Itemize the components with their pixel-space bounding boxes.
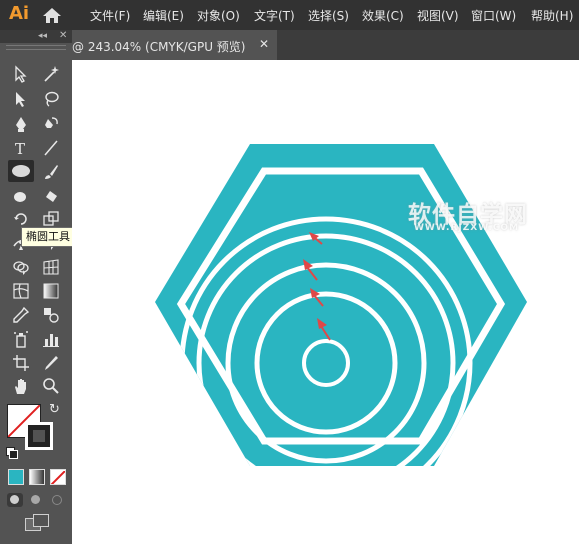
- eraser-tool-icon[interactable]: [40, 186, 62, 206]
- tools-panel-header: ◂◂ ✕: [0, 30, 72, 43]
- draw-inside-icon[interactable]: [49, 493, 65, 507]
- artboard-tool-icon[interactable]: [10, 353, 32, 373]
- symbol-sprayer-tool-icon[interactable]: [10, 329, 32, 349]
- gradient-mode-button[interactable]: [29, 469, 45, 485]
- menu-edit[interactable]: 编辑(E): [143, 7, 184, 24]
- default-colors-icon[interactable]: [6, 447, 18, 459]
- zoom-tool-icon[interactable]: [40, 376, 62, 396]
- line-segment-tool-icon[interactable]: [40, 138, 62, 158]
- menu-bar: Ai 文件(F) 编辑(E) 对象(O) 文字(T) 选择(S) 效果(C) 视…: [0, 0, 579, 30]
- menu-file[interactable]: 文件(F): [90, 7, 130, 24]
- eyedropper-tool-icon[interactable]: [10, 305, 32, 325]
- draw-normal-icon[interactable]: [7, 493, 23, 507]
- type-tool-icon[interactable]: T: [10, 138, 32, 158]
- pen-tool-icon[interactable]: [10, 114, 32, 134]
- blend-tool-icon[interactable]: [40, 305, 62, 325]
- screen-mode-icon[interactable]: [25, 514, 49, 532]
- app-logo: Ai: [9, 3, 30, 24]
- gradient-tool-icon[interactable]: [40, 281, 62, 301]
- slice-tool-icon[interactable]: [40, 353, 62, 373]
- shaper-tool-icon[interactable]: [10, 186, 32, 206]
- artwork: [155, 144, 527, 466]
- document-tab-title: @ 243.04% (CMYK/GPU 预览): [72, 40, 246, 54]
- ellipse-tool-icon[interactable]: [8, 160, 34, 182]
- lasso-tool-icon[interactable]: [40, 89, 62, 109]
- close-panel-icon[interactable]: ✕: [59, 30, 67, 41]
- tools-panel: ◂◂ ✕ T ↻ 椭圆工具 (L): [0, 30, 94, 544]
- column-graph-tool-icon[interactable]: [40, 329, 62, 349]
- curvature-tool-icon[interactable]: [40, 114, 62, 134]
- collapse-panel-icon[interactable]: ◂◂: [38, 31, 47, 41]
- direct-selection-tool-icon[interactable]: [10, 89, 32, 109]
- draw-behind-icon[interactable]: [28, 493, 44, 507]
- panel-grip[interactable]: [6, 45, 66, 50]
- rotate-tool-icon[interactable]: [10, 209, 32, 229]
- none-mode-button[interactable]: [50, 469, 66, 485]
- mesh-tool-icon[interactable]: [10, 281, 32, 301]
- menu-object[interactable]: 对象(O): [197, 7, 240, 24]
- svg-text:T: T: [15, 140, 25, 157]
- watermark-url: WWW.RJZXW.COM: [414, 223, 520, 233]
- stroke-swatch[interactable]: [25, 422, 53, 450]
- menu-view[interactable]: 视图(V): [417, 7, 459, 24]
- menu-effect[interactable]: 效果(C): [362, 7, 404, 24]
- document-tab[interactable]: @ 243.04% (CMYK/GPU 预览) ✕: [72, 30, 277, 60]
- hand-tool-icon[interactable]: [10, 376, 32, 396]
- menu-help[interactable]: 帮助(H): [531, 7, 573, 24]
- magic-wand-tool-icon[interactable]: [40, 64, 62, 84]
- menu-type[interactable]: 文字(T): [254, 7, 295, 24]
- selection-tool-icon[interactable]: [10, 64, 32, 84]
- menu-window[interactable]: 窗口(W): [471, 7, 516, 24]
- scale-tool-icon[interactable]: [40, 209, 62, 229]
- color-mode-button[interactable]: [8, 469, 24, 485]
- menu-select[interactable]: 选择(S): [308, 7, 349, 24]
- swap-fill-stroke-icon[interactable]: ↻: [49, 402, 60, 417]
- perspective-grid-tool-icon[interactable]: [40, 257, 62, 277]
- paintbrush-tool-icon[interactable]: [40, 162, 62, 182]
- shape-builder-tool-icon[interactable]: [10, 257, 32, 277]
- artboard-canvas[interactable]: [72, 60, 579, 544]
- home-icon[interactable]: [42, 7, 62, 24]
- close-tab-icon[interactable]: ✕: [259, 37, 269, 51]
- document-tab-bar: @ 243.04% (CMYK/GPU 预览) ✕: [72, 30, 579, 60]
